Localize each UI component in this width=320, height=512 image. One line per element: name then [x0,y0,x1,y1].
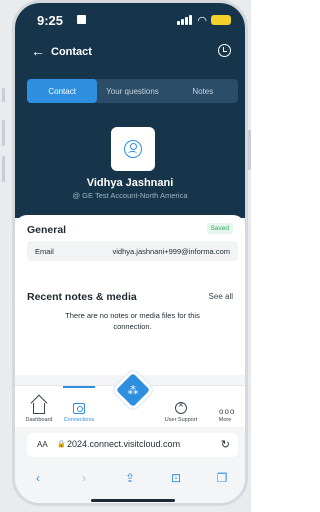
url-text[interactable]: 2024.connect.visitcloud.com [67,439,180,449]
mute-switch [2,88,5,102]
nav-dashboard-label: Dashboard [25,417,53,423]
nav-more-label: More [218,417,232,423]
tab-contact[interactable]: Contact [27,79,98,103]
reload-icon[interactable]: ↻ [221,438,230,451]
text-size-button[interactable]: AA [37,440,48,449]
back-arrow-icon[interactable]: ← [31,43,45,59]
screen-record-icon [77,15,86,24]
battery-icon [211,15,231,25]
nav-dashboard[interactable]: Dashboard [19,386,59,428]
nav-user-support[interactable]: User Support [161,386,201,428]
contacts-icon [73,403,85,414]
see-all-link[interactable]: See all [209,292,233,301]
nav-connections[interactable]: Connections [59,386,99,428]
home-icon [33,403,45,414]
wifi-icon: ◠ [197,15,207,27]
email-value[interactable]: vidhya.jashnani+999@informa.com [113,247,230,256]
support-icon [175,400,187,414]
power-button [248,130,251,170]
more-icon: ooo [219,407,236,416]
tab-your-questions[interactable]: Your questions [97,79,167,103]
email-row[interactable]: Email vidhya.jashnani+999@informa.com [27,241,238,261]
general-heading: General [27,224,67,236]
phone-screen: 9:25 ◠ ← Contact Contact Your questions … [12,0,248,506]
contact-header-panel: 9:25 ◠ ← Contact Contact Your questions … [15,3,245,218]
scan-icon: ⁂ [127,385,139,397]
share-icon[interactable]: ⇪ [118,471,142,485]
browser-nav-bar: ‹ › ⇪ ⊡ ❐ [15,467,245,489]
bookmarks-icon[interactable]: ⊡ [164,471,188,485]
address-bar[interactable]: AA 🔒 2024.connect.visitcloud.com ↻ [27,433,238,457]
tab-bar: Contact Your questions Notes [27,79,238,103]
home-indicator [91,499,175,502]
browser-back-icon[interactable]: ‹ [26,471,50,485]
nav-user-support-label: User Support [164,417,198,423]
status-bar: 9:25 ◠ [15,3,245,37]
page-title: Contact [51,46,92,58]
device-frame: 9:25 ◠ ← Contact Contact Your questions … [0,0,251,512]
nav-connections-label: Connections [63,417,95,423]
user-icon [124,140,142,158]
volume-up-button [2,120,5,146]
volume-down-button [2,156,5,182]
status-time: 9:25 [37,13,64,28]
avatar [111,127,155,171]
contact-name: Vidhya Jashnani [86,177,174,189]
clock-icon[interactable] [218,44,231,57]
top-app-bar: ← Contact [15,43,245,65]
browser-forward-icon[interactable]: › [72,471,96,485]
nav-more[interactable]: ooo More [205,386,245,428]
tabs-icon[interactable]: ❐ [210,471,234,485]
saved-badge: Saved [206,223,233,234]
signal-icon [177,15,193,25]
email-label: Email [35,247,54,256]
browser-toolbar: AA 🔒 2024.connect.visitcloud.com ↻ ‹ › ⇪… [15,427,245,503]
empty-state-message: There are no notes or media files for th… [65,311,200,331]
contact-organization: @ GE Test Account-North America [72,191,188,200]
tab-notes[interactable]: Notes [168,79,238,103]
recent-notes-heading: Recent notes & media [27,291,137,303]
lock-icon: 🔒 [57,441,66,448]
